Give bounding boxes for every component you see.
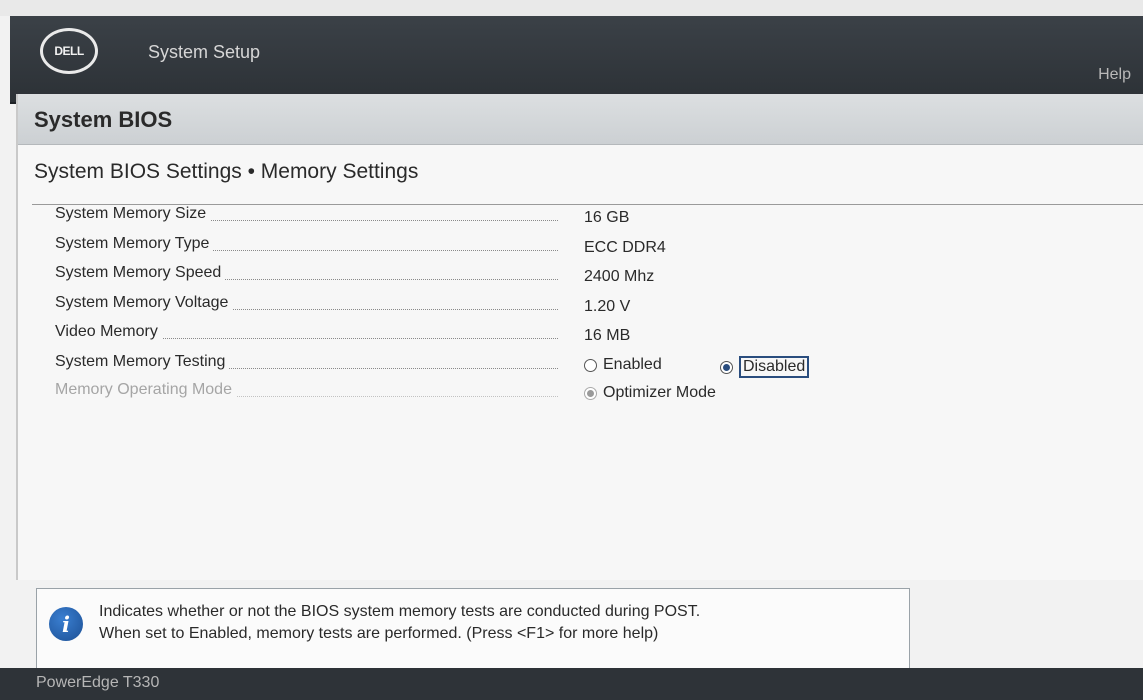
- footer-bar: PowerEdge T330: [0, 668, 1143, 700]
- setting-value: 1.20 V: [584, 298, 631, 315]
- setting-row-video-memory: Video Memory 16 MB: [18, 318, 1143, 348]
- system-model: PowerEdge T330: [36, 674, 160, 691]
- radio-circle-selected: [584, 386, 597, 400]
- info-icon: i: [49, 607, 83, 641]
- setting-row-memory-type: System Memory Type ECC DDR4: [18, 230, 1143, 260]
- radio-circle[interactable]: [584, 358, 597, 372]
- setting-value: 16 GB: [584, 209, 630, 226]
- app-title: System Setup: [148, 42, 261, 62]
- header-bar: DELL System Setup Help: [10, 16, 1143, 104]
- page-title-bar: System BIOS: [18, 94, 1143, 145]
- setting-label: Memory Operating Mode: [55, 381, 236, 399]
- help-text: Indicates whether or not the BIOS system…: [99, 601, 700, 645]
- radio-label: Optimizer Mode: [603, 384, 716, 401]
- radio-label: Enabled: [603, 356, 662, 373]
- setting-label: System Memory Speed: [55, 264, 226, 282]
- setting-row-memory-speed: System Memory Speed 2400 Mhz: [18, 259, 1143, 289]
- setting-label: System Memory Size: [55, 205, 211, 223]
- setting-value: 2400 Mhz: [584, 268, 655, 285]
- setting-label: System Memory Voltage: [55, 294, 233, 312]
- setting-row-memory-testing: System Memory Testing Enabled Disabled: [18, 348, 1143, 378]
- setting-value: ECC DDR4: [584, 239, 666, 256]
- setting-value: 16 MB: [584, 327, 631, 344]
- setting-row-memory-voltage: System Memory Voltage 1.20 V: [18, 289, 1143, 319]
- setting-label: Video Memory: [55, 323, 162, 341]
- help-link[interactable]: Help: [1098, 66, 1131, 84]
- setting-label: System Memory Testing: [55, 353, 230, 371]
- radio-circle-selected[interactable]: [720, 360, 733, 374]
- radio-enabled[interactable]: Enabled: [584, 356, 662, 374]
- breadcrumb: System BIOS Settings • Memory Settings: [34, 160, 419, 183]
- help-text-line-1: Indicates whether or not the BIOS system…: [99, 603, 701, 620]
- setting-row-memory-size: System Memory Size 16 GB: [18, 200, 1143, 230]
- dell-logo: DELL: [40, 28, 98, 74]
- page-title: System BIOS: [34, 107, 173, 132]
- radio-optimizer-mode: Optimizer Mode: [584, 384, 716, 402]
- top-bezel-strip: [0, 0, 1143, 16]
- setting-label: System Memory Type: [55, 235, 214, 253]
- radio-label: Disabled: [739, 356, 810, 378]
- help-description-box: i Indicates whether or not the BIOS syst…: [36, 588, 910, 674]
- setting-row-memory-operating-mode: Memory Operating Mode Optimizer Mode: [18, 376, 1143, 406]
- help-text-line-2: When set to Enabled, memory tests are pe…: [99, 625, 659, 642]
- radio-disabled[interactable]: Disabled: [720, 356, 810, 378]
- main-panel: System BIOS System BIOS Settings • Memor…: [16, 94, 1143, 580]
